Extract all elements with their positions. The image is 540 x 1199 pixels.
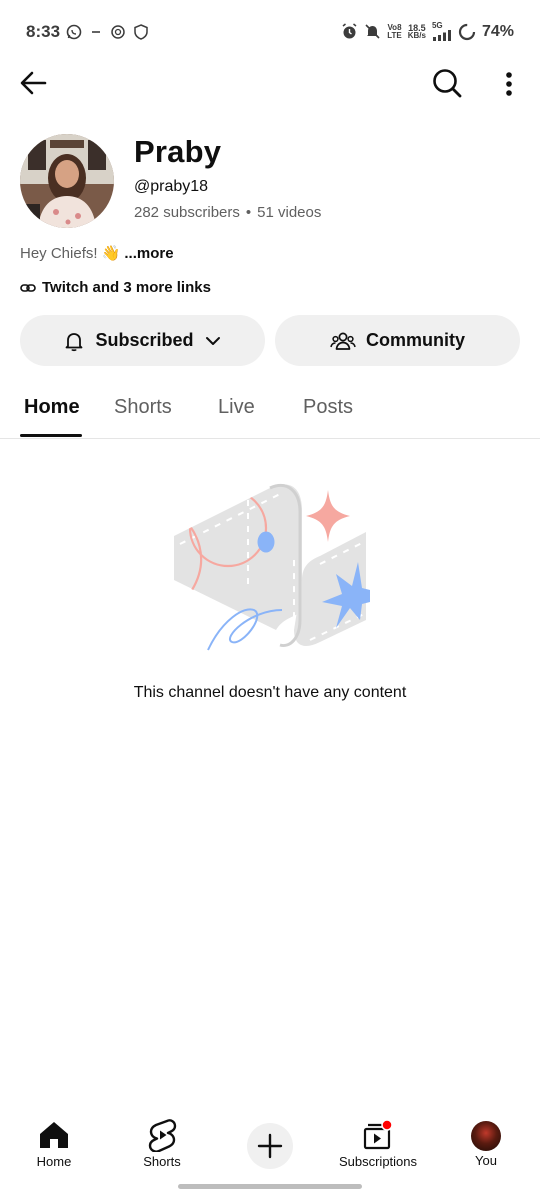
- people-icon: [330, 332, 356, 350]
- nav-subscriptions-label: Subscriptions: [338, 1154, 418, 1169]
- description-more-link[interactable]: ...more: [124, 245, 173, 262]
- empty-state-illustration: [170, 470, 370, 660]
- community-button[interactable]: Community: [275, 315, 520, 366]
- alarm-icon: [342, 23, 357, 39]
- shield-icon: [134, 24, 148, 40]
- network-type: Vo8 LTE: [387, 22, 402, 40]
- subscriber-count: 282 subscribers: [134, 204, 240, 221]
- back-button[interactable]: [18, 68, 54, 100]
- signal-bars-icon: [432, 30, 451, 41]
- link-icon: [20, 283, 36, 292]
- signal-indicator: 5G: [432, 22, 452, 41]
- battery-ring-icon: [458, 23, 476, 40]
- dash-icon: [92, 31, 100, 33]
- channel-tabs: Home Shorts Live Posts: [0, 384, 540, 439]
- nav-shorts[interactable]: Shorts: [112, 1118, 212, 1169]
- search-icon: [433, 69, 462, 98]
- subscriptions-icon: [363, 1119, 393, 1150]
- status-left-icons: [66, 24, 148, 40]
- arrow-back-icon: [20, 71, 47, 95]
- tab-posts[interactable]: Posts: [303, 396, 353, 419]
- home-icon: [40, 1122, 68, 1148]
- status-bar: 8:33 Vo8 LTE 18.5 KB/s 5G 74%: [0, 0, 540, 64]
- channel-links[interactable]: Twitch and 3 more links: [20, 279, 211, 296]
- stats-separator: •: [245, 204, 252, 221]
- app-bar: [0, 60, 540, 108]
- channel-description[interactable]: Hey Chiefs! 👋 ...more: [20, 244, 174, 262]
- you-avatar-icon: [471, 1121, 501, 1151]
- more-vertical-icon: [506, 72, 512, 96]
- community-label: Community: [366, 330, 465, 350]
- nav-shorts-label: Shorts: [143, 1154, 181, 1169]
- status-time: 8:33: [26, 22, 61, 41]
- chatgpt-icon: [111, 25, 125, 39]
- whatsapp-icon: [66, 24, 82, 40]
- tab-shorts[interactable]: Shorts: [114, 396, 172, 419]
- network-speed: 18.5 KB/s: [407, 22, 426, 40]
- status-right-icons: Vo8 LTE 18.5 KB/s 5G 74%: [341, 22, 514, 41]
- mute-bell-icon: [365, 24, 380, 39]
- channel-avatar[interactable]: [20, 134, 114, 228]
- create-button[interactable]: [247, 1123, 293, 1169]
- nav-you-label: You: [475, 1153, 497, 1168]
- active-tab-indicator: [20, 434, 82, 437]
- channel-stats: 282 subscribers • 51 videos: [134, 204, 321, 221]
- nav-subscriptions[interactable]: Subscriptions: [328, 1118, 428, 1169]
- empty-state-message: This channel doesn't have any content: [133, 684, 407, 701]
- subscribed-button[interactable]: Subscribed: [20, 315, 265, 366]
- channel-name: Praby: [134, 134, 222, 169]
- nav-you[interactable]: You: [436, 1118, 536, 1168]
- more-options-button[interactable]: [496, 66, 520, 102]
- shorts-icon: [148, 1119, 177, 1152]
- bell-icon: [66, 332, 83, 351]
- chevron-down-icon: [205, 336, 220, 345]
- avatar-image: [20, 134, 114, 228]
- nav-home-label: Home: [36, 1154, 72, 1169]
- gesture-home-indicator: [178, 1184, 362, 1189]
- search-button[interactable]: [430, 66, 466, 102]
- subscribed-label: Subscribed: [95, 330, 194, 350]
- plus-icon: [257, 1133, 283, 1159]
- tab-home[interactable]: Home: [24, 396, 80, 419]
- links-text: Twitch and 3 more links: [42, 279, 211, 296]
- tab-live[interactable]: Live: [218, 396, 255, 419]
- video-count: 51 videos: [257, 204, 322, 221]
- empty-content-illustration-icon: [174, 484, 370, 651]
- nav-home[interactable]: Home: [4, 1118, 104, 1169]
- description-text: Hey Chiefs! 👋: [20, 245, 121, 262]
- channel-handle: @praby18: [134, 178, 209, 195]
- battery-percent: 74%: [481, 22, 514, 40]
